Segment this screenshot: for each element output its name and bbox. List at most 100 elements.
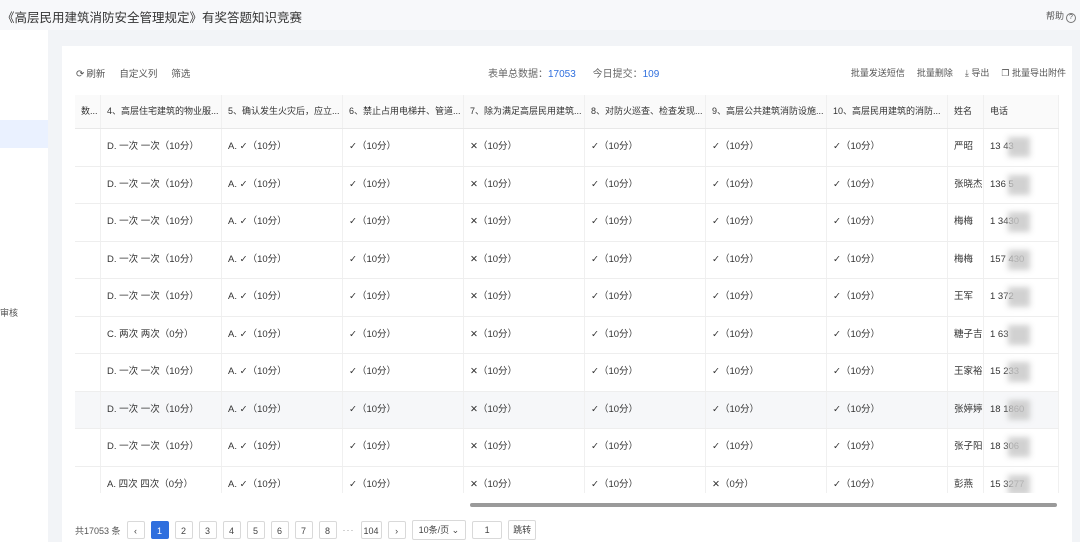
table-row[interactable]: D. 一次 一次（10分） A. ✓（10分） ✓（10分） ✕（10分） ✓（10分）… <box>75 129 1059 167</box>
column-header[interactable]: 5、确认发生火灾后，应立... <box>222 95 343 128</box>
table-row[interactable]: D. 一次 一次（10分） A. ✓（10分） ✓（10分） ✕（10分） ✓（10分）… <box>75 279 1059 317</box>
today-value: 109 <box>642 69 660 80</box>
table-cell <box>75 241 101 278</box>
cell-name: 严昭 <box>948 129 984 166</box>
table-cell: ✕（10分） <box>464 466 585 493</box>
table-cell: C. 两次 两次（0分） <box>101 316 222 353</box>
batch-sms-button[interactable]: 批量发送短信 <box>851 66 905 79</box>
table-cell: ✕（10分） <box>464 204 585 241</box>
column-header[interactable]: 6、禁止占用电梯井、管道... <box>343 95 464 128</box>
table-row[interactable]: D. 一次 一次（10分） A. ✓（10分） ✓（10分） ✕（10分） ✓（10分）… <box>75 241 1059 279</box>
page-button-7[interactable]: 7 <box>294 521 313 539</box>
jump-button[interactable]: 跳转 <box>508 520 537 540</box>
table-cell: ✓（10分） <box>827 429 948 466</box>
table-cell: ✓（10分） <box>827 241 948 278</box>
column-header-phone[interactable]: 电话 <box>984 95 1059 128</box>
left-nav: 审核 <box>0 30 48 542</box>
cell-name: 梅梅 <box>948 241 984 278</box>
batch-export-attachments-button[interactable]: ❐ 批量导出附件 <box>1001 66 1066 79</box>
page-size-select[interactable]: 10条/页 ⌄ <box>411 520 467 540</box>
table-cell: A. ✓（10分） <box>222 204 343 241</box>
data-card: ⟳ 刷新 自定义列 筛选 表单总数据：17053 今日提交：109 批量发送短信 … <box>62 46 1072 542</box>
cell-phone: 13 43 <box>984 129 1059 166</box>
table-cell: A. ✓（10分） <box>222 129 343 166</box>
prev-page-button[interactable]: ‹ <box>126 521 145 539</box>
page-size-value: 10条/页 <box>418 525 450 535</box>
page-button-5[interactable]: 5 <box>246 521 265 539</box>
pagination: 共17053 条 ‹ 1 2 3 4 5 6 7 8 ··· 104 › 10条… <box>75 520 537 540</box>
table-cell: A. ✓（10分） <box>222 279 343 316</box>
custom-columns-button[interactable]: 自定义列 <box>119 66 157 80</box>
page-button-3[interactable]: 3 <box>198 521 217 539</box>
table-cell: ✓（10分） <box>343 166 464 203</box>
page-button-last[interactable]: 104 <box>360 521 382 539</box>
refresh-icon: ⟳ <box>76 69 85 80</box>
table-cell: ✕（10分） <box>464 129 585 166</box>
column-header[interactable]: 4、高层住宅建筑的物业服... <box>101 95 222 128</box>
table-cell: ✓（10分） <box>706 166 827 203</box>
table-cell: D. 一次 一次（10分） <box>101 204 222 241</box>
page-button-8[interactable]: 8 <box>318 521 337 539</box>
table-cell <box>75 391 101 428</box>
table-row[interactable]: D. 一次 一次（10分） A. ✓（10分） ✓（10分） ✕（10分） ✓（10分）… <box>75 204 1059 242</box>
table-cell: ✓（10分） <box>585 429 706 466</box>
redaction-blur <box>1008 362 1030 382</box>
redaction-blur <box>1008 249 1030 270</box>
table-cell: ✓（10分） <box>706 241 827 278</box>
jump-page-input[interactable] <box>472 521 503 539</box>
table-cell: D. 一次 一次（10分） <box>101 279 222 316</box>
refresh-label: 刷新 <box>86 69 106 80</box>
table-cell <box>75 354 101 391</box>
table-body: D. 一次 一次（10分） A. ✓（10分） ✓（10分） ✕（10分） ✓（10分）… <box>75 129 1059 493</box>
export-label: 导出 <box>971 68 990 78</box>
redaction-blur <box>1008 212 1030 232</box>
cell-name: 张婷婷 <box>948 391 984 428</box>
table-cell <box>75 279 101 316</box>
filter-button[interactable]: 筛选 <box>171 66 190 80</box>
redaction-blur <box>1008 287 1030 307</box>
stats: 表单总数据：17053 今日提交：109 <box>488 65 673 80</box>
batch-delete-button[interactable]: 批量删除 <box>917 66 953 79</box>
table-cell: ✓（10分） <box>706 204 827 241</box>
column-header-name[interactable]: 姓名 <box>948 95 984 128</box>
table-cell: D. 一次 一次（10分） <box>101 166 222 203</box>
column-header[interactable]: 数... <box>75 95 101 128</box>
column-header[interactable]: 9、高层公共建筑消防设施... <box>706 95 827 128</box>
table-row[interactable]: D. 一次 一次（10分） A. ✓（10分） ✓（10分） ✕（10分） ✓（10分）… <box>75 354 1059 392</box>
left-nav-active-item[interactable] <box>0 120 48 148</box>
help-link[interactable]: 帮助? <box>1046 9 1076 23</box>
help-label: 帮助 <box>1045 11 1064 21</box>
table-cell: ✕（10分） <box>464 354 585 391</box>
cell-name: 彭燕 <box>948 466 984 493</box>
export-button[interactable]: ⤓ 导出 <box>965 66 990 79</box>
page-button-6[interactable]: 6 <box>270 521 289 539</box>
table-cell: ✓（10分） <box>585 129 706 166</box>
table-row[interactable]: D. 一次 一次（10分） A. ✓（10分） ✓（10分） ✕（10分） ✓（10分）… <box>75 391 1059 429</box>
cell-phone: 1 3430 <box>984 204 1059 241</box>
chevron-down-icon: ⌄ <box>451 525 460 535</box>
table-cell: A. ✓（10分） <box>222 466 343 493</box>
table-cell: ✓（10分） <box>827 279 948 316</box>
table-row[interactable]: D. 一次 一次（10分） A. ✓（10分） ✓（10分） ✕（10分） ✓（10分）… <box>75 166 1059 204</box>
table-cell: A. ✓（10分） <box>222 429 343 466</box>
column-header[interactable]: 7、除为满足高层民用建筑... <box>464 95 585 128</box>
pagination-ellipsis[interactable]: ··· <box>343 525 355 535</box>
table-cell: ✓（10分） <box>827 354 948 391</box>
horizontal-scrollbar[interactable] <box>470 503 1057 507</box>
column-header[interactable]: 8、对防火巡查、检查发现... <box>585 95 706 128</box>
table-row[interactable]: D. 一次 一次（10分） A. ✓（10分） ✓（10分） ✕（10分） ✓（10分）… <box>75 429 1059 467</box>
refresh-button[interactable]: ⟳ 刷新 <box>76 66 105 80</box>
table-header: 数... 4、高层住宅建筑的物业服... 5、确认发生火灾后，应立... 6、禁… <box>75 95 1059 129</box>
page-button-4[interactable]: 4 <box>222 521 241 539</box>
column-header[interactable]: 10、高层民用建筑的消防... <box>827 95 948 128</box>
cell-name: 糖子吉 <box>948 316 984 353</box>
table-cell: ✓（10分） <box>585 354 706 391</box>
cell-name: 张子阳 <box>948 429 984 466</box>
page-button-2[interactable]: 2 <box>174 521 193 539</box>
table-row[interactable]: A. 四次 四次（0分） A. ✓（10分） ✓（10分） ✕（10分） ✓（10分） ✕… <box>75 466 1059 493</box>
table-cell: ✓（10分） <box>827 391 948 428</box>
table-row[interactable]: C. 两次 两次（0分） A. ✓（10分） ✓（10分） ✕（10分） ✓（10分） ✓… <box>75 316 1059 354</box>
next-page-button[interactable]: › <box>387 521 406 539</box>
page-button-1[interactable]: 1 <box>150 521 169 539</box>
left-nav-item-review[interactable]: 审核 <box>0 306 18 319</box>
